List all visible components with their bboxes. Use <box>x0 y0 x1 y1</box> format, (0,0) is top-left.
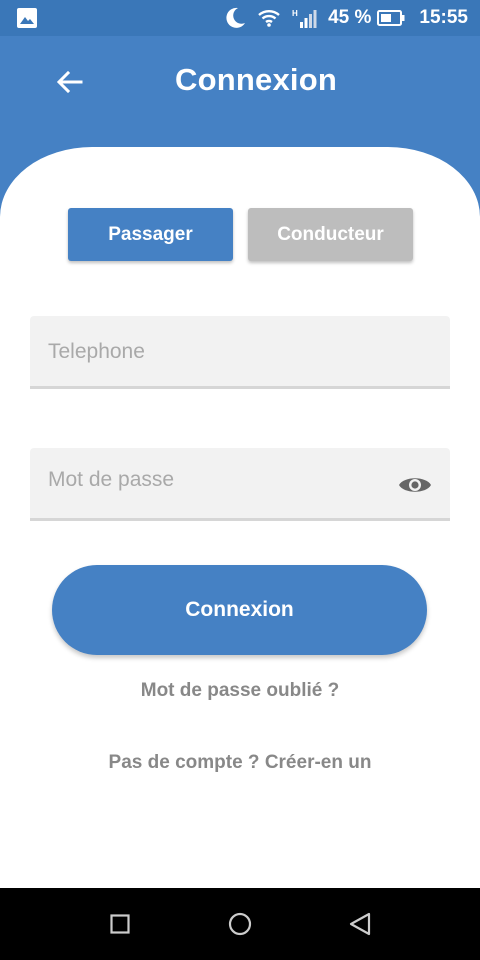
back-triangle-icon <box>349 912 371 936</box>
battery-percentage: 45 % <box>328 7 372 28</box>
home-button[interactable] <box>200 888 280 960</box>
role-driver-button[interactable]: Conducteur <box>248 208 413 261</box>
login-button[interactable]: Connexion <box>52 565 427 655</box>
create-account-link[interactable]: Pas de compte ? Créer-en un <box>0 752 480 774</box>
status-icons: H 45 % 15:55 <box>214 0 468 36</box>
wifi-icon <box>258 9 280 27</box>
system-back-button[interactable] <box>320 888 400 960</box>
password-field-container <box>30 445 450 521</box>
phone-field-container <box>30 316 450 389</box>
forgot-password-link[interactable]: Mot de passe oublié ? <box>0 680 480 702</box>
do-not-disturb-moon-icon <box>226 7 246 29</box>
cellular-signal-icon: H <box>292 8 318 28</box>
toggle-password-visibility-button[interactable] <box>396 468 434 502</box>
recents-square-icon <box>110 914 130 934</box>
login-screen: H 45 % 15:55 Connexion Passager Conducte… <box>0 0 480 960</box>
status-bar: H 45 % 15:55 <box>0 0 480 36</box>
recents-button[interactable] <box>80 888 160 960</box>
phone-input[interactable] <box>48 317 388 387</box>
image-notification-icon <box>17 8 37 33</box>
password-input[interactable] <box>48 445 388 515</box>
battery-icon <box>377 10 405 26</box>
system-navigation-bar <box>0 888 480 960</box>
svg-text:H: H <box>292 9 298 18</box>
page-title: Connexion <box>175 62 337 97</box>
eye-icon <box>399 478 431 492</box>
role-passenger-button[interactable]: Passager <box>68 208 233 261</box>
clock: 15:55 <box>419 7 468 28</box>
home-circle-icon <box>228 912 252 936</box>
